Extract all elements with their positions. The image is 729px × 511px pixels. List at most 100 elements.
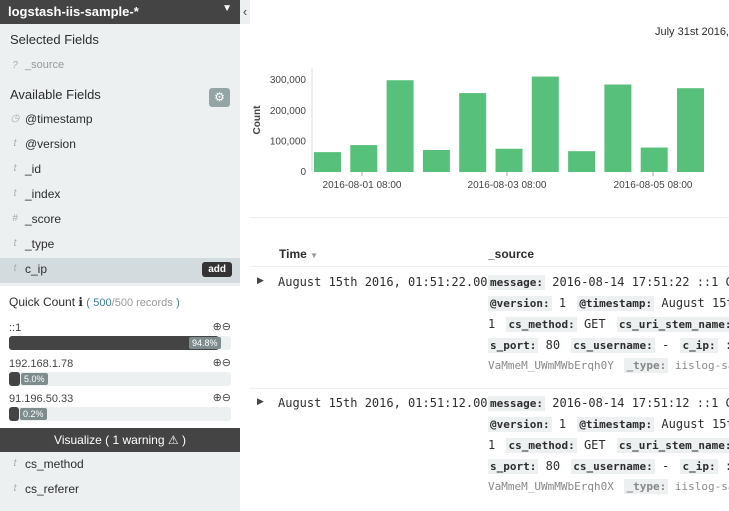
- quick-count-item-label: 91.196.50.33: [9, 393, 74, 405]
- field-value: -: [662, 338, 670, 352]
- field-value: 2016-08-14 17:51:22 ::1 GET: [552, 275, 729, 289]
- field-key: _type:: [624, 479, 669, 494]
- date-range-label: July 31st 2016,: [655, 26, 729, 38]
- field-row-index[interactable]: t _index: [0, 183, 240, 208]
- histogram-bar[interactable]: [604, 84, 632, 172]
- field-row-cs-referer[interactable]: t cs_referer: [0, 478, 240, 503]
- doc-source: message: 2016-08-14 17:51:12 ::1 GET @ve…: [488, 396, 729, 501]
- field-row-score[interactable]: # _score: [0, 208, 240, 233]
- expand-row-icon[interactable]: ▶: [257, 275, 264, 286]
- y-tick-label: 0: [300, 167, 306, 178]
- info-icon: ℹ: [78, 295, 83, 309]
- field-key: cs_method:: [506, 317, 577, 332]
- histogram-bar[interactable]: [459, 93, 487, 172]
- quick-count-item-label: ::1: [9, 322, 22, 334]
- quick-count-item: ::1 ⊕⊖ 94.8%: [0, 320, 240, 358]
- field-row-source[interactable]: ? _source: [0, 55, 240, 80]
- field-row-version[interactable]: t @version: [0, 133, 240, 158]
- field-row-id[interactable]: t _id: [0, 158, 240, 183]
- field-key: cs_uri_stem_name:: [616, 317, 729, 332]
- field-key: c_ip:: [680, 338, 718, 353]
- divider: [250, 217, 729, 218]
- field-key: cs_uri_stem_name:: [616, 438, 729, 453]
- histogram-bar[interactable]: [422, 149, 450, 172]
- field-key: message:: [488, 396, 545, 411]
- clock-icon: ◷: [10, 113, 20, 124]
- quick-count-open-paren: (: [86, 297, 90, 309]
- field-key: @version:: [488, 296, 552, 311]
- histogram-bar[interactable]: [568, 151, 596, 172]
- histogram-bar[interactable]: [677, 88, 704, 172]
- x-tick-label: 2016-08-05 08:00: [614, 180, 693, 191]
- y-axis-label: Count: [252, 105, 263, 135]
- field-value: 80: [545, 338, 561, 352]
- quick-count-percent: 94.8%: [189, 337, 221, 349]
- field-key: cs_username:: [571, 459, 655, 474]
- string-type-icon: t: [13, 458, 17, 469]
- field-value: 1: [558, 296, 567, 310]
- quick-count-label: Quick Count: [9, 295, 76, 309]
- visualize-button[interactable]: Visualize ( 1 warning ⚠ ): [0, 428, 240, 452]
- field-name: _id: [25, 162, 42, 176]
- y-tick-label: 300,000: [270, 75, 307, 86]
- field-name: cs_referer: [25, 482, 80, 496]
- field-name: c_ip: [25, 262, 48, 276]
- available-fields-title: Available Fields: [10, 87, 101, 102]
- quick-count-item-label: 192.168.1.78: [9, 358, 74, 370]
- doc-timestamp: August 15th 2016, 01:51:22.000: [278, 275, 495, 289]
- field-value: 80: [545, 459, 561, 473]
- zoom-in-out-icons[interactable]: ⊕⊖: [213, 356, 231, 369]
- zoom-in-out-icons[interactable]: ⊕⊖: [213, 391, 231, 404]
- histogram-bar[interactable]: [350, 145, 378, 172]
- histogram-bar[interactable]: [640, 147, 668, 172]
- field-value: August 15th: [661, 296, 729, 310]
- histogram-bar[interactable]: [386, 80, 414, 172]
- doc-source-line: @version: 1 @timestamp: August 15th: [488, 417, 729, 438]
- field-value: VaMmeM_UWmMWbErqh0Y: [488, 359, 614, 372]
- field-row-type[interactable]: t _type: [0, 233, 240, 258]
- string-type-icon: t: [13, 263, 17, 274]
- field-key: _type:: [624, 358, 669, 373]
- quick-count-bar-fill: [9, 407, 19, 421]
- field-value: 1: [488, 317, 496, 331]
- field-key: s_port:: [488, 338, 539, 353]
- field-value: iislog-sam: [674, 480, 729, 493]
- time-column-header[interactable]: Time ▼: [279, 247, 318, 261]
- field-row-c-ip[interactable]: t c_ip add: [0, 258, 240, 283]
- zoom-in-out-icons[interactable]: ⊕⊖: [213, 320, 231, 333]
- collapse-sidebar-icon[interactable]: ‹: [240, 0, 250, 24]
- divider: [250, 266, 729, 267]
- histogram-bar[interactable]: [495, 148, 523, 172]
- field-type-unknown-icon: ?: [12, 60, 18, 71]
- field-value: iislog-sam: [674, 359, 729, 372]
- field-key: c_ip:: [680, 459, 718, 474]
- sort-down-icon[interactable]: ▼: [310, 251, 318, 260]
- add-field-button[interactable]: add: [202, 262, 232, 277]
- doc-source-line: message: 2016-08-14 17:51:22 ::1 GET: [488, 275, 729, 296]
- field-name: cs_method: [25, 457, 84, 471]
- string-type-icon: t: [13, 138, 17, 149]
- histogram-bar[interactable]: [531, 76, 559, 172]
- doc-source-line: @version: 1 @timestamp: August 15th: [488, 296, 729, 317]
- caret-down-icon[interactable]: ▼: [222, 3, 232, 14]
- string-type-icon: t: [13, 188, 17, 199]
- field-name: _score: [25, 212, 62, 226]
- index-pattern-selector[interactable]: logstash-iis-sample-* ▼: [0, 0, 240, 24]
- sidebar: logstash-iis-sample-* ▼ Selected Fields …: [0, 0, 240, 511]
- divider: [250, 388, 729, 389]
- quick-count-close-paren: ): [176, 297, 180, 309]
- doc-source-line: 1 cs_method: GET cs_uri_stem_name: /: [488, 438, 729, 459]
- expand-row-icon[interactable]: ▶: [257, 396, 264, 407]
- field-row-timestamp[interactable]: ◷ @timestamp: [0, 108, 240, 133]
- quick-count-percent: 5.0%: [21, 373, 48, 385]
- field-value: 1: [558, 417, 567, 431]
- field-name: _type: [25, 237, 55, 251]
- number-type-icon: #: [12, 213, 18, 224]
- doc-source-line: VaMmeM_UWmMWbErqh0Y _type: iislog-sam: [488, 358, 729, 380]
- gear-icon[interactable]: ⚙: [209, 88, 230, 107]
- histogram-bar[interactable]: [314, 152, 341, 172]
- selected-fields-title: Selected Fields: [10, 32, 99, 47]
- quick-count-item: 91.196.50.33 ⊕⊖ 0.2%: [0, 391, 240, 429]
- field-row-cs-method[interactable]: t cs_method: [0, 453, 240, 478]
- quick-count-value: 500: [93, 297, 112, 309]
